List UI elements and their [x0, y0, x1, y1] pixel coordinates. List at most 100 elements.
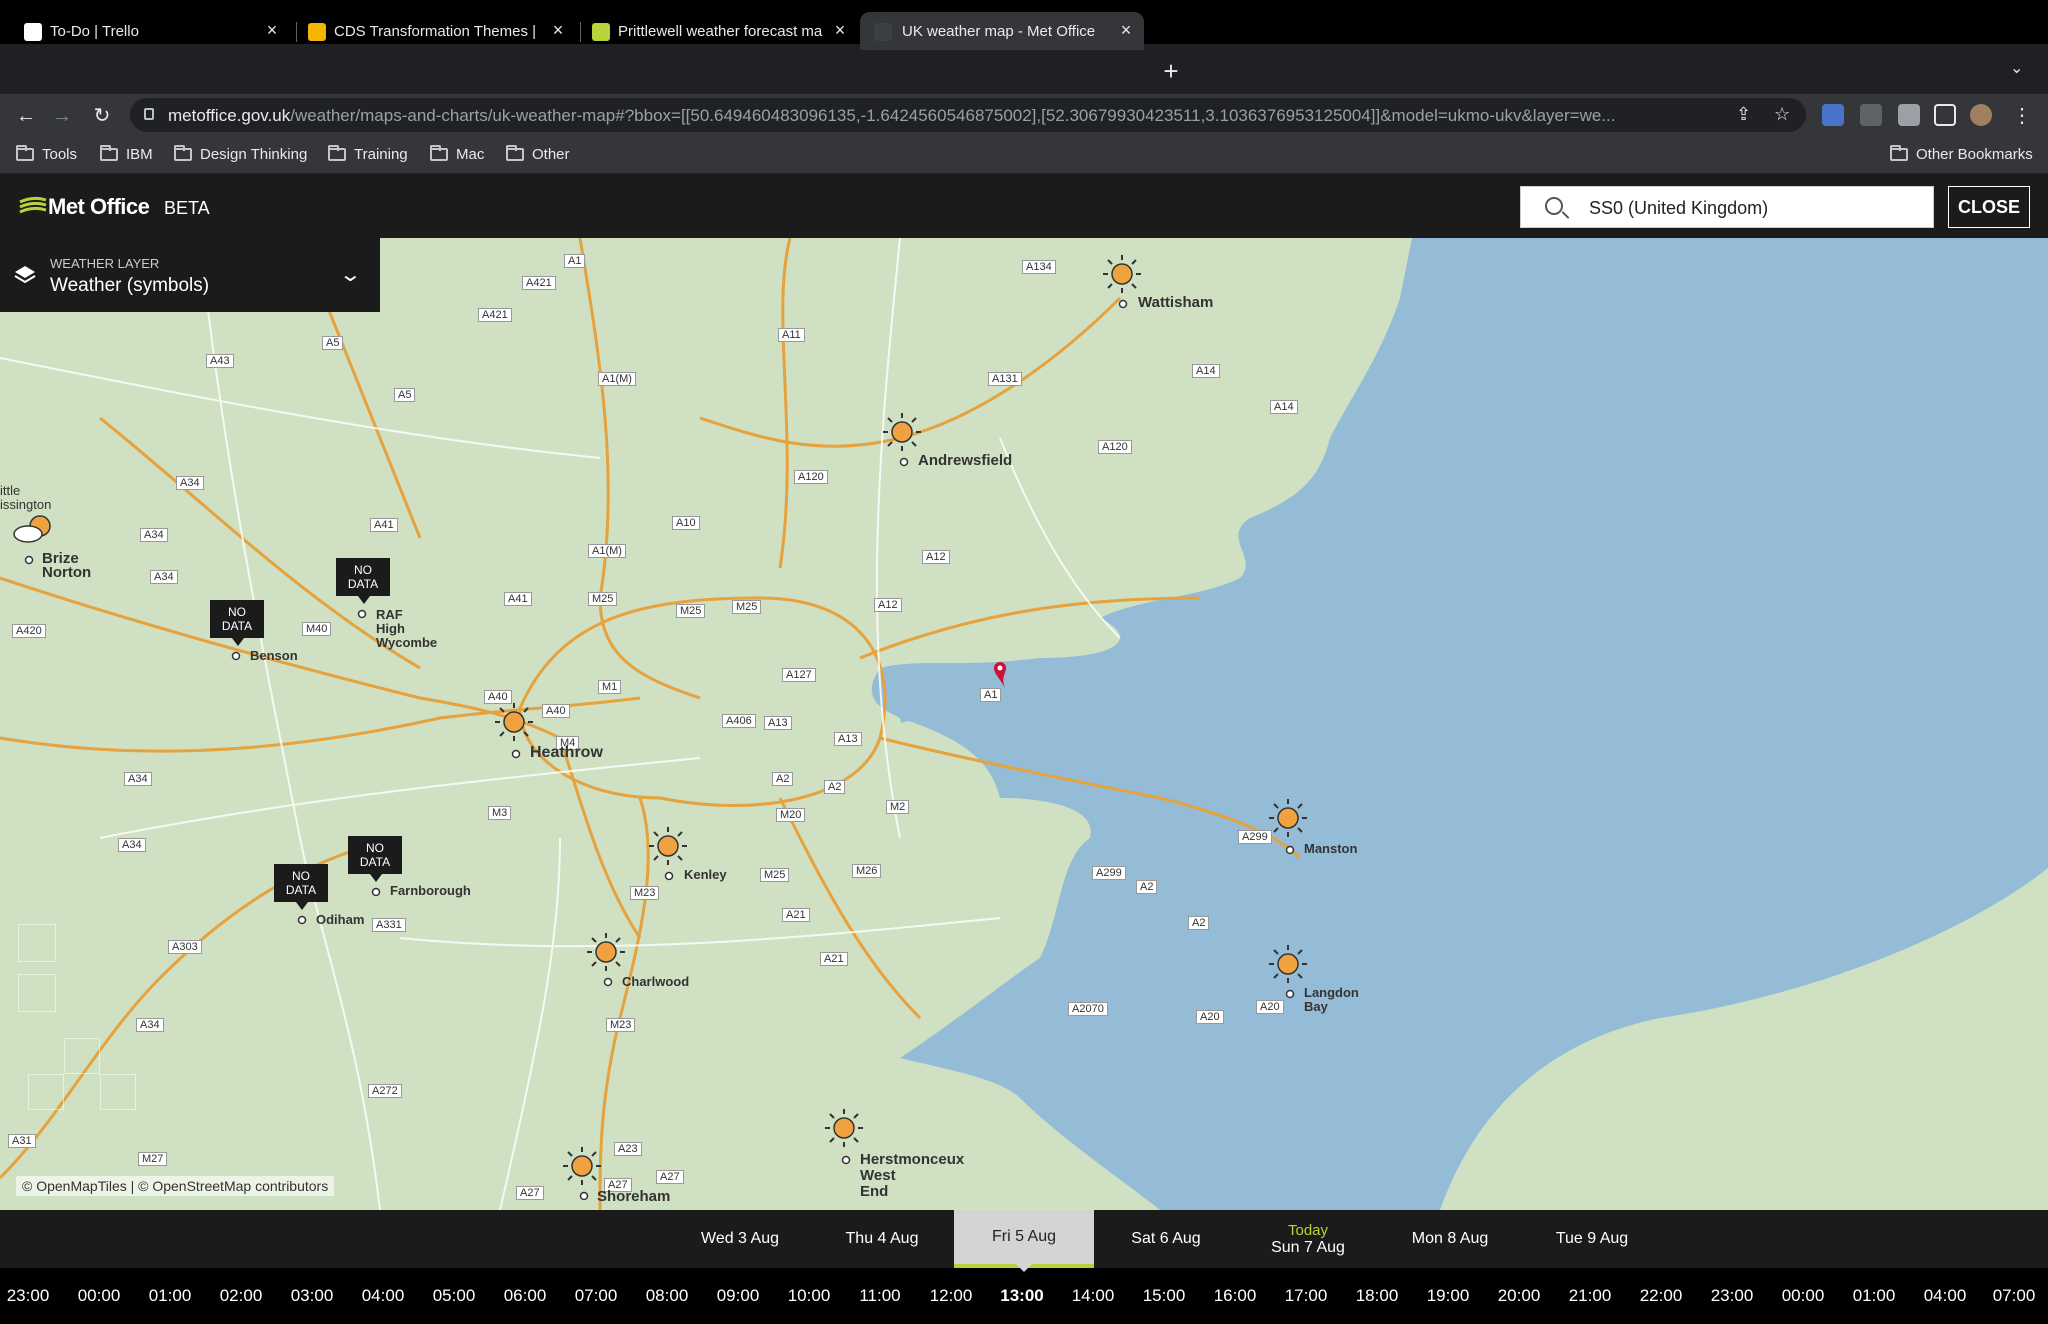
hour-item[interactable]: 09:00: [717, 1286, 760, 1306]
selected-hour-marker: [1016, 1264, 1032, 1272]
back-icon[interactable]: ←: [12, 102, 40, 130]
hour-item[interactable]: 18:00: [1356, 1286, 1399, 1306]
tab-label: CDS Transformation Themes | T: [334, 22, 540, 40]
metoffice-header: Met Office BETA SS0 (United Kingdom) CLO…: [0, 174, 2048, 238]
road-label: A13: [764, 716, 792, 730]
hour-item[interactable]: 22:00: [1640, 1286, 1683, 1306]
address-bar[interactable]: metoffice.gov.uk/weather/maps-and-charts…: [130, 98, 1806, 132]
sidepanel-icon[interactable]: [1934, 104, 1956, 126]
tab-uk-weather-map[interactable]: UK weather map - Met Office ×: [860, 12, 1144, 50]
tab-cds[interactable]: CDS Transformation Themes | T ×: [308, 12, 568, 50]
no-data-marker[interactable]: NO DATA: [348, 836, 402, 882]
bookmark-ibm[interactable]: IBM: [100, 145, 153, 163]
hour-item[interactable]: 05:00: [433, 1286, 476, 1306]
tab-label: Prittlewell weather forecast ma: [618, 22, 823, 40]
weather-map[interactable]: A1 A134 A421 A11 A421 A5 A43 A5 A1(M) A1…: [0, 238, 2048, 1210]
extension-monitor-icon[interactable]: [1822, 104, 1844, 126]
hour-item[interactable]: 02:00: [220, 1286, 263, 1306]
road-label: A1(M): [588, 544, 626, 558]
location-search-input[interactable]: SS0 (United Kingdom): [1520, 186, 1934, 228]
tab-trello[interactable]: To-Do | Trello ×: [24, 12, 282, 50]
menu-icon[interactable]: ⋮: [2008, 102, 2036, 130]
close-tab-icon[interactable]: ×: [262, 20, 282, 40]
hour-item[interactable]: 19:00: [1427, 1286, 1470, 1306]
hour-item[interactable]: 23:00: [1711, 1286, 1754, 1306]
city-charlwood: Charlwood: [622, 974, 690, 989]
metoffice-logo[interactable]: Met Office: [48, 194, 150, 220]
close-tab-icon[interactable]: ×: [1116, 20, 1136, 40]
hour-item[interactable]: 21:00: [1569, 1286, 1612, 1306]
city-herstmonceux: Herstmonceux West End: [860, 1151, 965, 1200]
city-farnborough: Farnborough: [390, 883, 471, 898]
pan-up-button[interactable]: [64, 1038, 100, 1074]
no-data-marker[interactable]: NO DATA: [274, 864, 328, 910]
no-data-marker[interactable]: NO DATA: [336, 558, 390, 604]
hour-item[interactable]: 15:00: [1143, 1286, 1186, 1306]
bookmark-design-thinking[interactable]: Design Thinking: [174, 145, 307, 163]
map-attribution[interactable]: © OpenMapTiles | © OpenStreetMap contrib…: [16, 1176, 335, 1196]
puzzle-icon[interactable]: [1898, 104, 1920, 126]
hour-item[interactable]: 06:00: [504, 1286, 547, 1306]
hour-item[interactable]: 07:00: [1993, 1286, 2036, 1306]
road-label: A1(M): [598, 372, 636, 386]
road-label: A21: [782, 908, 810, 922]
search-value: SS0 (United Kingdom): [1589, 198, 1769, 218]
tab-prittlewell[interactable]: Prittlewell weather forecast ma ×: [592, 12, 850, 50]
day-mon[interactable]: Mon 8 Aug: [1390, 1210, 1510, 1268]
avatar[interactable]: [1970, 104, 1992, 126]
share-icon[interactable]: ⇪: [1736, 104, 1751, 125]
hour-item[interactable]: 17:00: [1285, 1286, 1328, 1306]
hour-item[interactable]: 10:00: [788, 1286, 831, 1306]
hour-item[interactable]: 00:00: [1782, 1286, 1825, 1306]
hour-item[interactable]: 16:00: [1214, 1286, 1257, 1306]
hour-item[interactable]: 20:00: [1498, 1286, 1541, 1306]
star-icon[interactable]: ☆: [1774, 104, 1790, 125]
bookmark-tools[interactable]: Tools: [16, 145, 77, 163]
hour-item[interactable]: 07:00: [575, 1286, 618, 1306]
road-label: A31: [8, 1134, 36, 1148]
day-fri[interactable]: Fri 5 Aug: [954, 1210, 1094, 1268]
hour-item[interactable]: 12:00: [930, 1286, 973, 1306]
close-button[interactable]: CLOSE: [1948, 186, 2030, 228]
bookmark-other[interactable]: Other: [506, 145, 570, 163]
close-tab-icon[interactable]: ×: [548, 20, 568, 40]
new-tab-icon[interactable]: +: [1156, 56, 1186, 86]
hour-item[interactable]: 14:00: [1072, 1286, 1115, 1306]
url-text[interactable]: metoffice.gov.uk/weather/maps-and-charts…: [168, 106, 1728, 126]
hour-item[interactable]: 00:00: [78, 1286, 121, 1306]
bookmark-mac[interactable]: Mac: [430, 145, 484, 163]
pan-left-button[interactable]: [28, 1074, 64, 1110]
extension-translate-icon[interactable]: [1860, 104, 1882, 126]
day-wed[interactable]: Wed 3 Aug: [680, 1210, 800, 1268]
hour-item[interactable]: 01:00: [149, 1286, 192, 1306]
day-sat[interactable]: Sat 6 Aug: [1106, 1210, 1226, 1268]
sun-icon: [1103, 255, 1141, 293]
hour-item[interactable]: 08:00: [646, 1286, 689, 1306]
day-thu[interactable]: Thu 4 Aug: [822, 1210, 942, 1268]
forward-icon[interactable]: →: [48, 102, 76, 130]
hour-item-selected[interactable]: 13:00: [1000, 1286, 1043, 1306]
reload-icon[interactable]: ↻: [88, 102, 116, 130]
road-label: M23: [630, 886, 660, 900]
pan-right-button[interactable]: [100, 1074, 136, 1110]
no-data-marker[interactable]: NO DATA: [210, 600, 264, 646]
day-sun-today[interactable]: Today Sun 7 Aug: [1248, 1210, 1368, 1268]
bookmark-training[interactable]: Training: [328, 145, 408, 163]
day-selector: Wed 3 Aug Thu 4 Aug Fri 5 Aug Sat 6 Aug …: [0, 1210, 2048, 1268]
other-bookmarks[interactable]: Other Bookmarks: [1890, 145, 2033, 163]
day-tue[interactable]: Tue 9 Aug: [1532, 1210, 1652, 1268]
hour-item[interactable]: 01:00: [1853, 1286, 1896, 1306]
zoom-in-button[interactable]: [18, 924, 56, 962]
hour-item[interactable]: 04:00: [1924, 1286, 1967, 1306]
road-label: A2: [1188, 916, 1210, 930]
city-shoreham: Shoreham: [597, 1188, 671, 1205]
weather-layer-selector[interactable]: WEATHER LAYER Weather (symbols) ⌄: [0, 238, 380, 312]
zoom-out-button[interactable]: [18, 974, 56, 1012]
chevron-down-icon[interactable]: ⌄: [2010, 58, 2023, 78]
folder-icon: [1890, 145, 1908, 161]
close-tab-icon[interactable]: ×: [830, 20, 850, 40]
hour-item[interactable]: 23:00: [7, 1286, 50, 1306]
hour-item[interactable]: 11:00: [859, 1286, 900, 1306]
hour-item[interactable]: 04:00: [362, 1286, 405, 1306]
hour-item[interactable]: 03:00: [291, 1286, 334, 1306]
